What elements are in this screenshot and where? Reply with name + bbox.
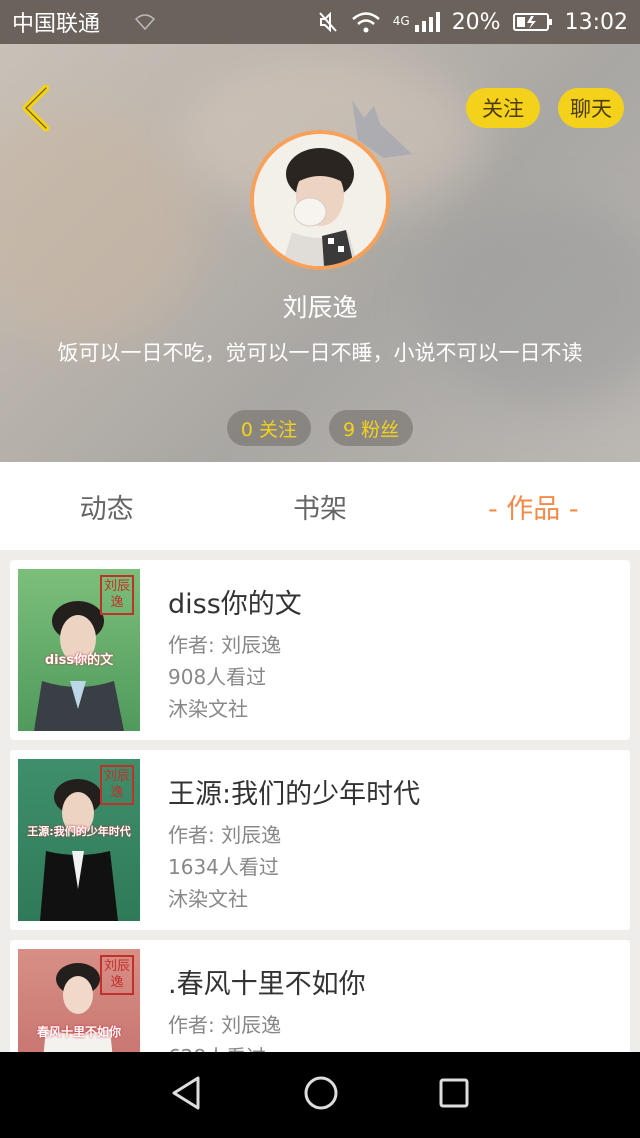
mute-icon [317,11,339,33]
list-item[interactable]: 刘辰逸 王源:我们的少年时代 王源:我们的少年时代 作者: 刘辰逸 1634人看… [10,750,630,930]
avatar[interactable] [250,130,390,270]
followers-count[interactable]: 9 粉丝 [329,410,414,446]
tab-bookshelf[interactable]: 书架 [213,487,426,526]
triangle-back-icon [172,1076,200,1110]
work-title: 王源:我们的少年时代 [168,779,421,810]
works-list: 刘辰逸 diss你的文 diss你的文 作者: 刘辰逸 908人看过 沐染文社 … [10,560,630,1052]
back-nav-button[interactable] [170,1075,204,1115]
profile-tabs: 动态 书架 - 作品 - [0,462,640,550]
cover-stamp: 刘辰逸 [100,955,134,995]
follow-button[interactable]: 关注 [466,88,540,128]
circle-home-icon [304,1076,338,1110]
list-item[interactable]: 刘辰逸 春风十里不如你 .春风十里不如你 作者: 刘辰逸 628人看过 [10,940,630,1052]
signal-icon [414,11,440,33]
work-author: 作者: 刘辰逸 [168,1013,282,1037]
tab-activity[interactable]: 动态 [0,487,213,526]
work-title: .春风十里不如你 [168,969,366,1000]
battery-percent: 20% [451,9,501,35]
book-cover: 刘辰逸 diss你的文 [18,569,140,731]
profile-name: 刘辰逸 [282,293,358,322]
status-bar: 中国联通 4G 20% 13:02 [0,0,640,44]
work-views: 908人看过 [168,665,267,689]
tab-works[interactable]: - 作品 - [427,487,640,526]
cover-stamp: 刘辰逸 [100,765,134,805]
work-views: 628人看过 [168,1041,366,1052]
wifi-hotspot-icon [134,13,156,31]
cover-title: diss你的文 [44,653,114,668]
following-count[interactable]: 0 关注 [226,410,311,446]
cover-stamp: 刘辰逸 [100,575,134,615]
cover-title: 春风十里不如你 [36,1025,121,1039]
back-button[interactable] [18,84,54,132]
clock: 13:02 [564,9,628,35]
work-title: diss你的文 [168,589,302,620]
network-type: 4G [392,13,410,28]
work-views: 1634人看过 [168,855,279,879]
cover-title: 王源:我们的少年时代 [27,825,131,838]
profile-header: 关注 聊天 刘辰逸 饭可以一日不吃，觉可以一日不睡，小说不可以一日不读 0 关注… [0,44,640,462]
work-author: 作者: 刘辰逸 [168,823,282,847]
battery-charging-icon [512,11,553,33]
profile-stats: 0 关注 9 粉丝 [0,410,640,446]
book-cover: 刘辰逸 王源:我们的少年时代 [18,759,140,921]
list-item[interactable]: 刘辰逸 diss你的文 diss你的文 作者: 刘辰逸 908人看过 沐染文社 [10,560,630,740]
avatar-image [254,134,386,266]
book-cover: 刘辰逸 春风十里不如你 [18,949,140,1052]
work-author: 作者: 刘辰逸 [168,633,282,657]
work-publisher: 沐染文社 [168,887,248,911]
chevron-left-icon [22,84,50,132]
carrier-name: 中国联通 [12,12,101,37]
chat-button[interactable]: 聊天 [558,88,624,128]
recents-nav-button[interactable] [438,1077,470,1113]
wifi-icon [351,11,381,33]
square-recents-icon [439,1078,469,1108]
system-nav-bar [0,1052,640,1138]
profile-bio: 饭可以一日不吃，觉可以一日不睡，小说不可以一日不读 [57,341,583,365]
work-publisher: 沐染文社 [168,697,248,721]
home-nav-button[interactable] [303,1075,339,1115]
